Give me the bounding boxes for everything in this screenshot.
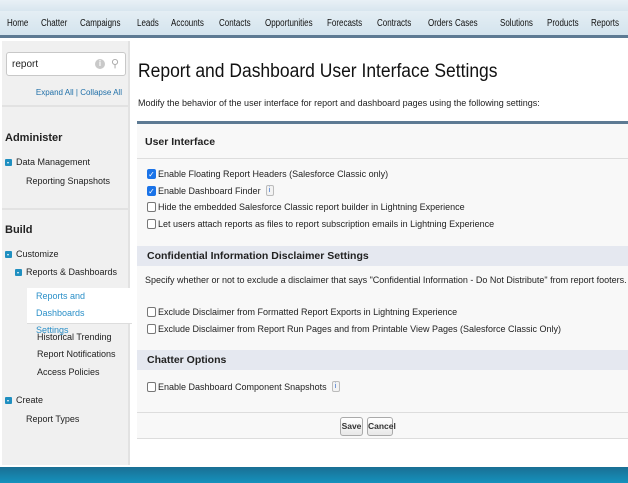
tab-home[interactable]: Home bbox=[7, 18, 28, 29]
tab-chatter[interactable]: Chatter bbox=[41, 18, 67, 29]
tab-orders[interactable]: Orders bbox=[428, 18, 452, 29]
label: Customize bbox=[16, 249, 59, 259]
collapse-icon[interactable] bbox=[5, 251, 12, 259]
info-icon[interactable]: i bbox=[95, 59, 105, 69]
tab-opportunities[interactable]: Opportunities bbox=[265, 18, 313, 29]
sidebar-item-access-policies[interactable]: Access Policies bbox=[37, 367, 100, 377]
save-button[interactable]: Save bbox=[340, 417, 363, 436]
label: Enable Dashboard Component Snapshots bbox=[158, 381, 327, 392]
option-exclude-run-pages[interactable]: Exclude Disclaimer from Report Run Pages… bbox=[147, 324, 561, 334]
section-build: Build bbox=[5, 224, 33, 236]
search-value: report bbox=[12, 59, 39, 70]
checkbox-checked[interactable]: ✓ bbox=[147, 185, 156, 196]
label: Enable Dashboard Finder bbox=[158, 185, 261, 196]
search-icon[interactable]: ⚲ bbox=[111, 57, 119, 70]
disclaimer-description: Specify whether or not to exclude a disc… bbox=[145, 275, 627, 285]
option-exclude-exports[interactable]: Exclude Disclaimer from Formatted Report… bbox=[147, 307, 457, 317]
checkbox[interactable] bbox=[147, 324, 156, 334]
tab-contacts[interactable]: Contacts bbox=[219, 18, 251, 29]
header-band bbox=[0, 0, 628, 11]
divider bbox=[2, 208, 128, 210]
cancel-button[interactable]: Cancel bbox=[367, 417, 396, 436]
footer-bar bbox=[0, 467, 628, 483]
collapse-icon[interactable] bbox=[5, 159, 12, 167]
settings-panel: User Interface ✓ Enable Floating Report H… bbox=[137, 121, 628, 439]
divider bbox=[2, 105, 128, 107]
sidebar-item-create[interactable]: Create bbox=[5, 395, 43, 405]
tab-campaigns[interactable]: Campaigns bbox=[80, 18, 120, 29]
sidebar-item-reports-dashboards[interactable]: Reports & Dashboards bbox=[15, 267, 117, 277]
label: Data Management bbox=[16, 157, 91, 167]
option-dashboard-finder[interactable]: ✓ Enable Dashboard Finder i bbox=[147, 185, 274, 196]
label: Hide the embedded Salesforce Classic rep… bbox=[158, 202, 465, 212]
tab-products[interactable]: Products bbox=[547, 18, 579, 29]
info-icon[interactable]: i bbox=[331, 381, 340, 392]
tab-forecasts[interactable]: Forecasts bbox=[327, 18, 362, 29]
label: Settings bbox=[36, 325, 69, 335]
sidebar-item-customize[interactable]: Customize bbox=[5, 249, 59, 259]
tab-contracts[interactable]: Contracts bbox=[377, 18, 411, 29]
collapse-icon[interactable] bbox=[15, 269, 22, 277]
quick-find-input[interactable]: report i ⚲ bbox=[6, 52, 126, 76]
label: Let users attach reports as files to rep… bbox=[158, 219, 495, 229]
collapse-icon[interactable] bbox=[5, 397, 12, 405]
label: Exclude Disclaimer from Report Run Pages… bbox=[158, 324, 561, 334]
checkbox[interactable] bbox=[147, 381, 156, 392]
info-icon[interactable]: i bbox=[265, 185, 274, 196]
label: Exclude Disclaimer from Formatted Report… bbox=[158, 307, 458, 317]
tab-cases[interactable]: Cases bbox=[455, 18, 478, 29]
option-attach-reports-files[interactable]: Let users attach reports as files to rep… bbox=[147, 219, 494, 229]
section-administer: Administer bbox=[5, 132, 63, 144]
tab-solutions[interactable]: Solutions bbox=[500, 18, 533, 29]
option-floating-headers[interactable]: ✓ Enable Floating Report Headers (Salesfo… bbox=[147, 169, 388, 179]
checkbox[interactable] bbox=[147, 307, 156, 317]
tab-reports[interactable]: Reports bbox=[591, 18, 619, 29]
sidebar-item-reporting-snapshots[interactable]: Reporting Snapshots bbox=[26, 176, 110, 186]
sidebar-item-report-notifications[interactable]: Report Notifications bbox=[37, 349, 116, 359]
tab-accounts[interactable]: Accounts bbox=[171, 18, 204, 29]
section-heading-user-interface: User Interface bbox=[145, 136, 216, 148]
divider bbox=[137, 412, 628, 413]
sidebar-item-report-types[interactable]: Report Types bbox=[26, 414, 79, 424]
section-band: Confidential Information Disclaimer Sett… bbox=[137, 246, 628, 266]
setup-sidebar: Expand All | Collapse All Administer Dat… bbox=[2, 41, 130, 465]
label: Enable Floating Report Headers (Salesfor… bbox=[158, 169, 389, 179]
checkbox[interactable] bbox=[147, 219, 156, 229]
sidebar-item-selected-settings[interactable]: Reports and Dashboards Settings bbox=[27, 288, 132, 335]
option-component-snapshots[interactable]: Enable Dashboard Component Snapshots i bbox=[147, 381, 340, 392]
page-description: Modify the behavior of the user interfac… bbox=[138, 98, 540, 108]
sidebar-item-data-management[interactable]: Data Management bbox=[5, 157, 90, 167]
label: Reports and Dashboards bbox=[36, 291, 86, 318]
section-heading-disclaimer: Confidential Information Disclaimer Sett… bbox=[147, 250, 369, 262]
tab-bar: Home Chatter Campaigns Leads Accounts Co… bbox=[0, 11, 628, 38]
checkbox-checked[interactable]: ✓ bbox=[147, 169, 156, 179]
option-hide-classic-builder[interactable]: Hide the embedded Salesforce Classic rep… bbox=[147, 202, 465, 212]
section-heading-chatter: Chatter Options bbox=[147, 354, 227, 366]
page-title: Report and Dashboard User Interface Sett… bbox=[138, 61, 498, 82]
checkbox[interactable] bbox=[147, 202, 156, 212]
divider bbox=[137, 158, 628, 159]
section-band: Chatter Options bbox=[137, 350, 628, 370]
label: Reports & Dashboards bbox=[26, 267, 118, 277]
expand-collapse-links[interactable]: Expand All | Collapse All bbox=[36, 88, 122, 97]
label: Create bbox=[16, 395, 44, 405]
tab-leads[interactable]: Leads bbox=[137, 18, 159, 29]
